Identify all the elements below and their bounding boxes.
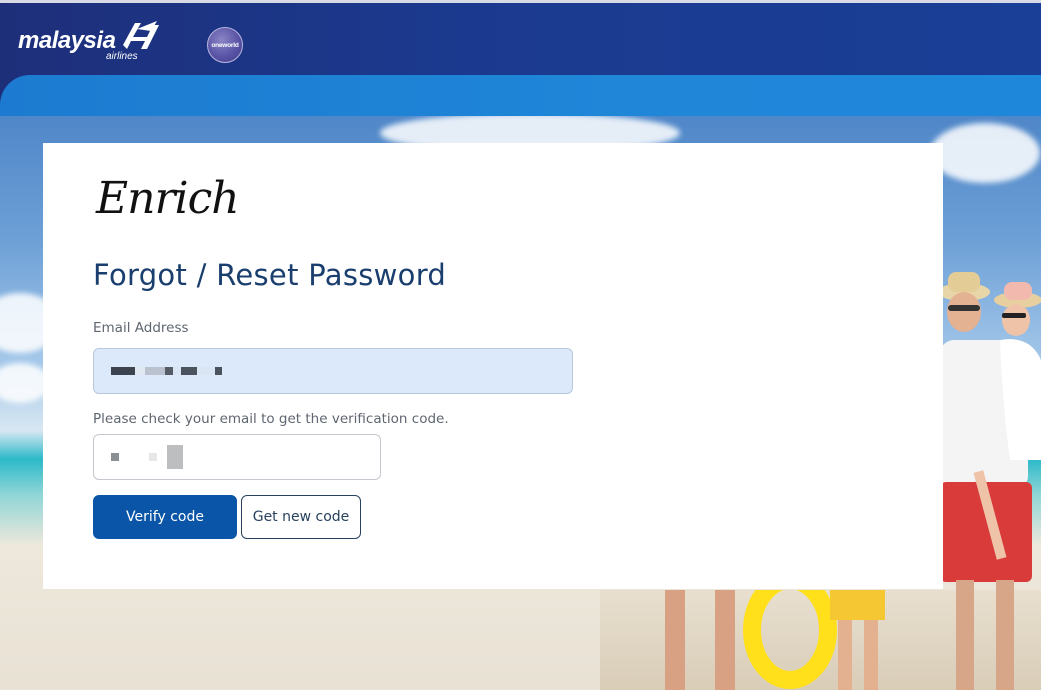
- reset-password-card: Enrich Forgot / Reset Password Email Add…: [43, 143, 943, 589]
- header-band: [0, 75, 1041, 116]
- page-title: Forgot / Reset Password: [93, 258, 447, 292]
- verification-hint: Please check your email to get the verif…: [93, 411, 449, 427]
- verify-code-button[interactable]: Verify code: [93, 495, 237, 539]
- swim-ring: [665, 590, 885, 690]
- brand-name: malaysia: [18, 27, 116, 54]
- email-label: Email Address: [93, 320, 189, 336]
- page: malaysia airlines oneworld Enrich Forgot…: [0, 0, 1041, 690]
- enrich-logo: Enrich: [96, 173, 240, 224]
- verification-code-field[interactable]: [93, 434, 381, 480]
- malaysia-airlines-logo[interactable]: malaysia airlines: [18, 19, 160, 62]
- oneworld-text: oneworld: [211, 41, 239, 49]
- oneworld-logo[interactable]: oneworld: [207, 27, 243, 63]
- beach-family-photo: [940, 272, 1041, 690]
- code-value-redacted: [111, 445, 183, 469]
- kite-logo-icon: [123, 21, 160, 49]
- email-value-redacted: [111, 367, 222, 375]
- email-field[interactable]: [93, 348, 573, 394]
- get-new-code-button[interactable]: Get new code: [241, 495, 361, 539]
- site-header: malaysia airlines oneworld: [0, 0, 1041, 116]
- brand-sub: airlines: [106, 51, 138, 62]
